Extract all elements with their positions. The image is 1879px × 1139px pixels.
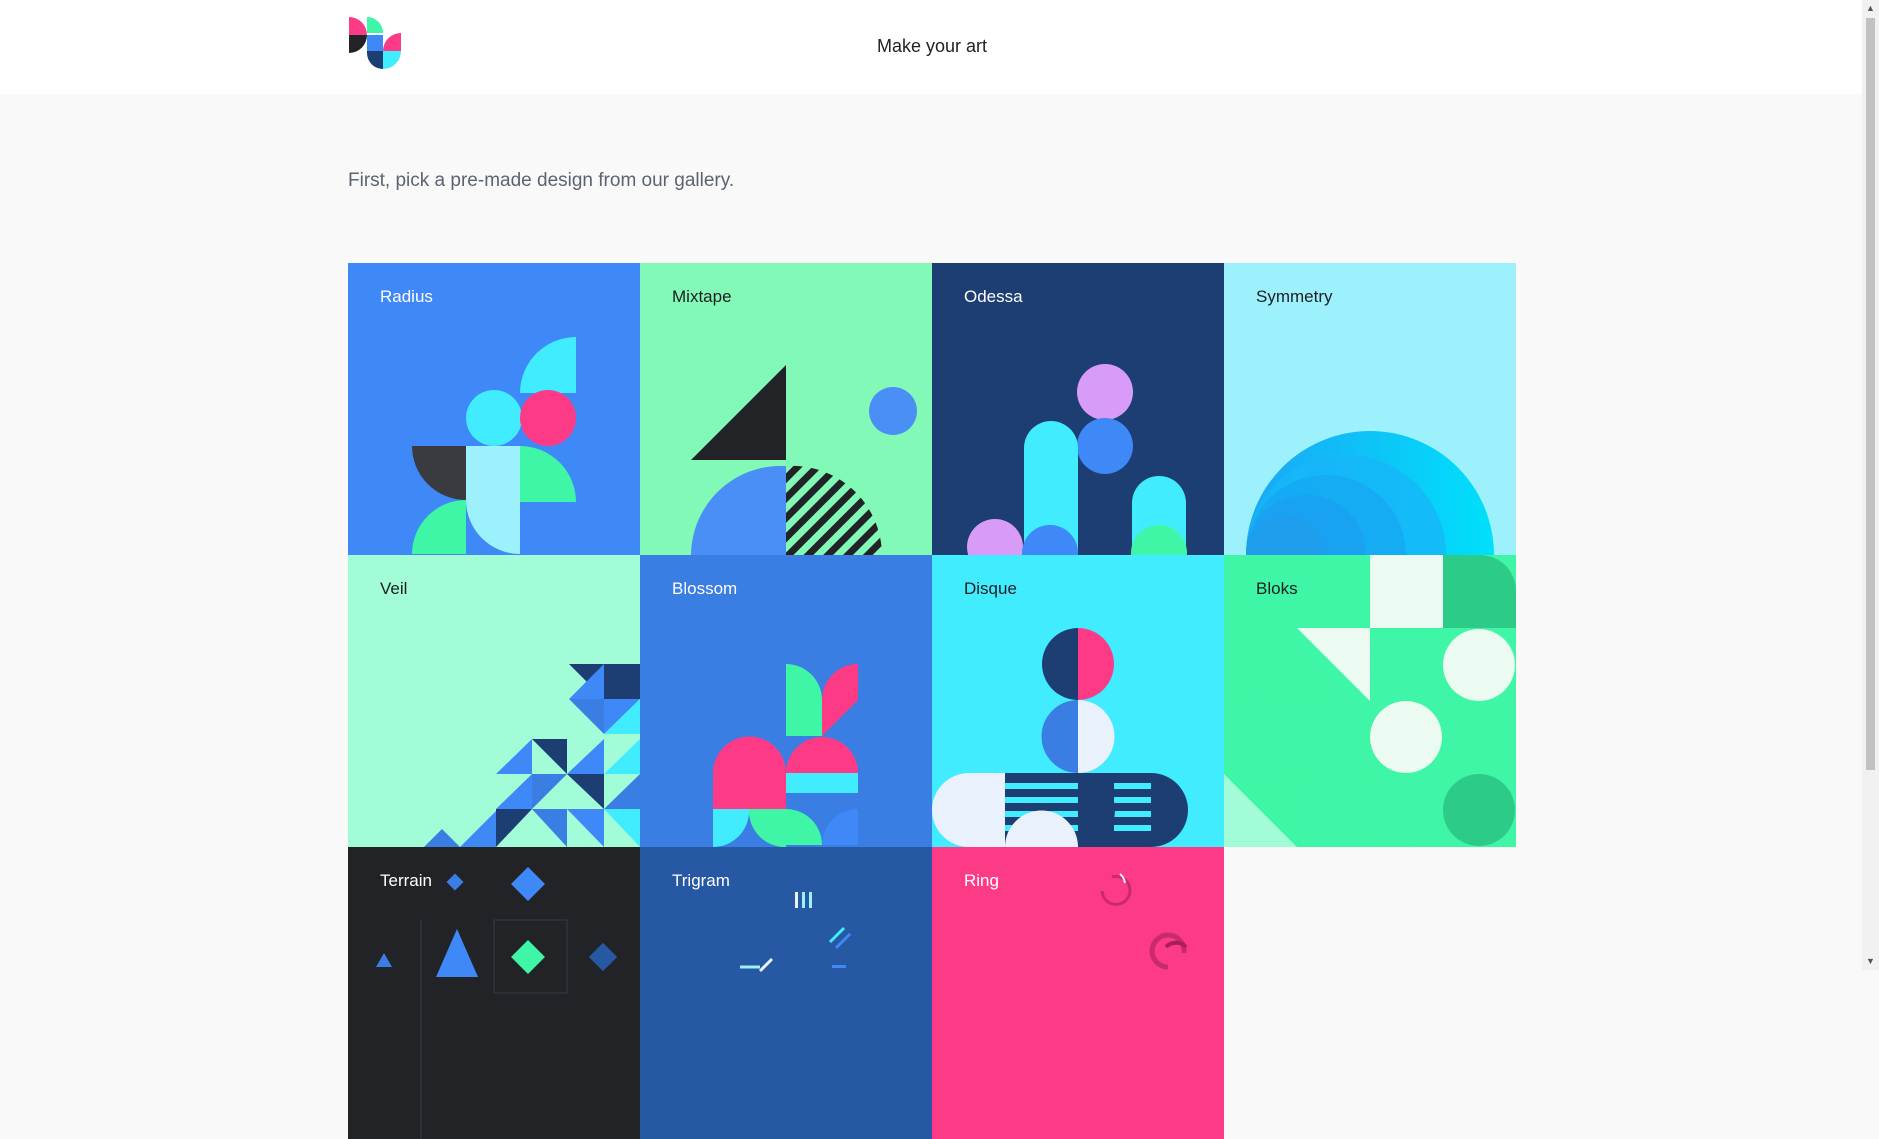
gallery-tile-trigram[interactable]: Trigram	[640, 847, 932, 1139]
gallery-tile-radius[interactable]: Radius	[348, 263, 640, 555]
tile-label: Veil	[380, 579, 408, 598]
tile-label: Symmetry	[1256, 287, 1333, 306]
tile-label: Mixtape	[672, 287, 732, 306]
page-title: Make your art	[876, 36, 988, 56]
scrollbar-thumb[interactable]	[1866, 18, 1875, 770]
gallery-tile-disque[interactable]: Disque	[932, 555, 1224, 847]
gallery-tile-terrain[interactable]: Terrain	[348, 847, 640, 1139]
tile-label: Ring	[964, 871, 999, 890]
tile-label: Trigram	[672, 871, 730, 890]
vertical-scrollbar[interactable]: ▲ ▼	[1862, 0, 1879, 970]
site-header: Make your art	[0, 0, 1862, 94]
tile-label: Disque	[964, 579, 1017, 598]
tile-label: Radius	[380, 287, 433, 306]
gallery-tile-mixtape[interactable]: Mixtape	[640, 263, 932, 555]
scroll-up-icon[interactable]: ▲	[1862, 0, 1879, 17]
scroll-down-icon[interactable]: ▼	[1862, 953, 1879, 970]
tile-label: Bloks	[1256, 579, 1298, 598]
tile-label: Terrain	[380, 871, 432, 890]
intro-text: First, pick a pre-made design from our g…	[348, 170, 735, 191]
tile-label: Odessa	[964, 287, 1023, 306]
gallery-tile-symmetry[interactable]: Symmetry	[1224, 263, 1516, 555]
gallery-tile-blossom[interactable]: Blossom	[640, 555, 932, 847]
tile-label: Blossom	[672, 579, 738, 598]
gallery-tile-odessa[interactable]: Odessa	[932, 263, 1224, 555]
gallery-tile-veil[interactable]: Veil	[348, 555, 640, 847]
gallery-tile-bloks[interactable]: Bloks	[1224, 555, 1516, 847]
gallery-tile-ring[interactable]: Ring	[932, 847, 1224, 1139]
